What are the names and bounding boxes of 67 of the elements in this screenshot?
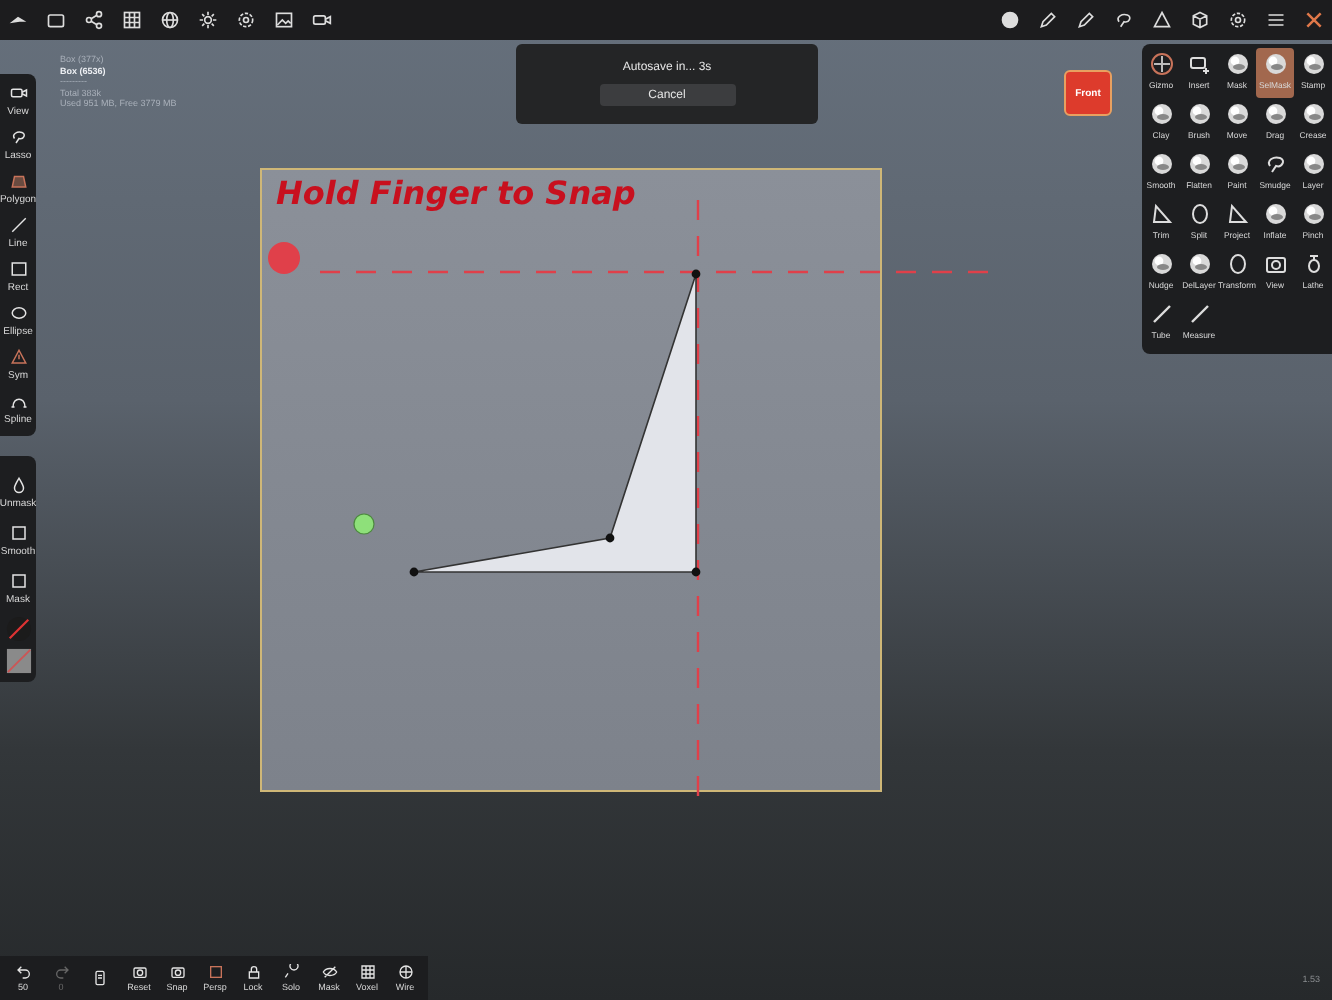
ellipse-icon [9,304,27,322]
sphere-icon [1263,102,1287,126]
sphere-icon [1187,152,1211,176]
vertex-handle[interactable] [409,567,419,577]
sphere-icon [1301,202,1325,226]
sphere-icon [1301,152,1325,176]
touch-point-icon [268,242,300,274]
sphere-icon [1263,202,1287,226]
lock-icon [245,964,261,980]
rect-icon [9,260,27,278]
phone-icon[interactable] [92,970,108,986]
sphere-icon [1263,52,1287,76]
grid-icon[interactable] [122,10,142,30]
insert-icon [1187,52,1211,76]
lasso-icon[interactable] [1114,10,1134,30]
lasso-icon [1263,152,1287,176]
camera-icon [9,84,27,102]
sphere-icon [1187,252,1211,276]
share-icon[interactable] [84,10,104,30]
sphere-icon[interactable] [1000,10,1020,30]
line-icon [9,216,27,234]
sphere-icon [1149,152,1173,176]
pivot-handle[interactable] [353,513,375,535]
gear-icon[interactable] [236,10,256,30]
triangle-icon [9,348,27,366]
globe-icon[interactable] [160,10,180,30]
ellipse-icon [1187,202,1211,226]
camera-icon [131,964,147,980]
lasso-icon [9,128,27,146]
spline-icon [9,392,27,410]
camera-icon [169,964,185,980]
color-swatch-icon[interactable] [5,616,31,642]
sphere-icon [1149,252,1173,276]
grid-icon [359,964,375,980]
sphere-icon [1225,102,1249,126]
sphere-icon [1225,52,1249,76]
sphere-icon [1225,152,1249,176]
vertex-handle[interactable] [691,567,701,577]
sphere-icon [1149,102,1173,126]
polygon-icon [9,172,27,190]
triangle-icon [1225,202,1249,226]
line-icon [1149,302,1173,326]
gizmo-icon [1149,52,1173,76]
sun-icon[interactable] [198,10,218,30]
camera-icon [1263,252,1287,276]
rect-icon [9,524,27,542]
rect-icon [207,964,223,980]
camera-icon[interactable] [312,10,332,30]
sphere-icon [1187,102,1211,126]
vertex-handle[interactable] [605,533,615,543]
sphere-icon [1301,102,1325,126]
redo-icon [53,964,69,980]
close-icon[interactable] [1304,10,1324,30]
undo-icon [15,964,31,980]
ellipse-icon [1225,252,1249,276]
triangle-icon [1149,202,1173,226]
line-icon [1187,302,1211,326]
sphere-icon [397,964,413,980]
sphere-icon [1301,52,1325,76]
rect-icon [9,572,27,590]
material-swatch-icon[interactable] [5,648,31,674]
vertex-handle[interactable] [691,269,701,279]
gear-icon[interactable] [1228,10,1248,30]
image-icon[interactable] [274,10,294,30]
cube-icon[interactable] [1190,10,1210,30]
triangle-icon[interactable] [1152,10,1172,30]
snap-hint-text: Hold Finger to Snap [276,174,636,212]
